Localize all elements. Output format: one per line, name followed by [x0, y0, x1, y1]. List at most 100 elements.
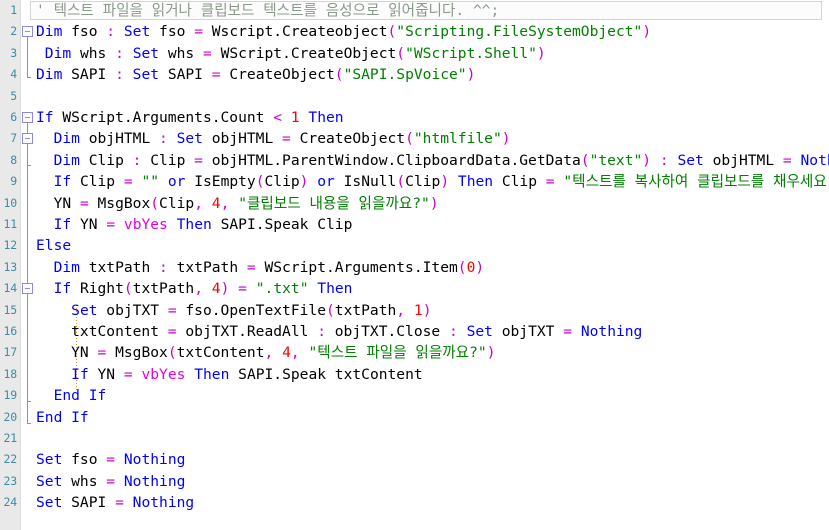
code-text[interactable]: If WScript.Arguments.Count < 1 Then	[36, 107, 344, 128]
token-pln: Right	[71, 280, 124, 298]
code-text[interactable]: Dim Clip : Clip = objHTML.ParentWindow.C…	[36, 150, 829, 171]
code-text[interactable]: Set fso = Nothing	[36, 449, 185, 470]
token-op: )	[422, 301, 432, 319]
token-kw: Set	[36, 494, 63, 512]
line-number: 2	[10, 24, 17, 39]
token-pln	[792, 152, 801, 169]
token-kw: Set	[123, 23, 151, 41]
line-number: 20	[3, 409, 18, 424]
code-line[interactable]: 8 Dim Clip : Clip = objHTML.ParentWindow…	[0, 150, 829, 171]
token-kw: Set	[176, 130, 203, 148]
token-kw: Dim	[36, 23, 63, 41]
token-pln	[36, 259, 54, 276]
code-line[interactable]: 2 Dim fso : Set fso = Wscript.Createobjec…	[0, 21, 829, 42]
code-line[interactable]: 12 Else	[0, 235, 829, 256]
token-op: ,	[396, 301, 406, 319]
code-line[interactable]: 16 txtContent = objTXT.ReadAll : objTXT.…	[0, 321, 829, 342]
code-text[interactable]: Dim fso : Set fso = Wscript.Createobject…	[36, 21, 651, 42]
code-line[interactable]: 7 Dim objHTML : Set objHTML = CreateObje…	[0, 128, 829, 149]
line-number: 3	[10, 45, 17, 60]
token-kw: Then	[317, 280, 353, 298]
line-number: 4	[10, 67, 17, 82]
code-line[interactable]: 23 Set whs = Nothing	[0, 471, 829, 492]
token-pln: whs	[71, 44, 116, 62]
token-op: (	[325, 301, 335, 319]
code-editor[interactable]: 1 ' 텍스트 파일을 읽거나 클립보드 텍스트를 음성으로 읽어줍니다. ^^;…	[0, 0, 829, 530]
token-op: =	[282, 130, 291, 148]
code-text[interactable]: End If	[36, 407, 89, 428]
code-text[interactable]: Dim objHTML : Set objHTML = CreateObject…	[36, 128, 511, 149]
code-line[interactable]: 22 Set fso = Nothing	[0, 449, 829, 470]
code-text[interactable]: Dim SAPI : Set SAPI = CreateObject("SAPI…	[36, 64, 475, 85]
token-kw: Nothing	[123, 472, 186, 490]
token-pln: SAPI	[62, 494, 116, 512]
token-pln: Clip	[264, 173, 300, 191]
code-line[interactable]: 6 If WScript.Arguments.Count < 1 Then	[0, 107, 829, 128]
code-line[interactable]: 5	[0, 86, 829, 107]
token-pln: WScript.CreateObject	[211, 44, 397, 62]
token-op: =	[97, 344, 107, 362]
code-text[interactable]: End If	[36, 385, 107, 406]
code-text[interactable]: YN = MsgBox(Clip, 4, "클립보드 내용을 읽을까요?")	[36, 193, 439, 214]
token-op: :	[159, 258, 168, 276]
code-line[interactable]: 10 YN = MsgBox(Clip, 4, "클립보드 내용을 읽을까요?"…	[0, 193, 829, 214]
token-pln: Clip	[71, 173, 124, 191]
token-num: 4	[211, 194, 221, 212]
token-pln: CreateObject	[290, 130, 406, 148]
token-kw: End If	[36, 408, 89, 426]
token-str: "WScript.Shell"	[405, 44, 537, 62]
code-text[interactable]: YN = MsgBox(txtContent, 4, "텍스트 파일을 읽을까요…	[36, 342, 495, 363]
code-line[interactable]: 18 If YN = vbYes Then SAPI.Speak txtCont…	[0, 364, 829, 385]
token-kw: Dim	[53, 151, 80, 169]
code-line[interactable]: 15 Set objTXT = fso.OpenTextFile(txtPath…	[0, 300, 829, 321]
code-text[interactable]: Set SAPI = Nothing	[36, 492, 194, 513]
code-line[interactable]: 13 Dim txtPath : txtPath = WScript.Argum…	[0, 257, 829, 278]
code-line[interactable]: 14 If Right(txtPath, 4) = ".txt" Then	[0, 278, 829, 299]
code-line[interactable]: 11 If YN = vbYes Then SAPI.Speak Clip	[0, 214, 829, 235]
token-pln: objHTML.ParentWindow.ClipboardData.GetDa…	[202, 151, 581, 169]
code-text[interactable]: If YN = vbYes Then SAPI.Speak txtContent	[36, 364, 423, 385]
code-line[interactable]: 17 YN = MsgBox(txtContent, 4, "텍스트 파일을 읽…	[0, 342, 829, 363]
code-line[interactable]: 20 End If	[0, 407, 829, 428]
token-pln: fso	[62, 23, 107, 41]
token-op: =	[563, 323, 573, 340]
token-op: :	[317, 323, 326, 340]
token-pln: txtPath	[167, 258, 247, 276]
token-op: )	[642, 151, 652, 169]
code-line[interactable]: 1 ' 텍스트 파일을 읽거나 클립보드 텍스트를 음성으로 읽어줍니다. ^^;	[0, 0, 829, 21]
code-text[interactable]: Set objTXT = fso.OpenTextFile(txtPath, 1…	[36, 300, 431, 321]
token-op: =	[246, 258, 256, 276]
token-pln	[36, 152, 54, 169]
code-text[interactable]: If Right(txtPath, 4) = ".txt" Then	[36, 278, 353, 299]
code-text[interactable]: If YN = vbYes Then SAPI.Speak Clip	[36, 214, 353, 235]
code-text[interactable]: Dim txtPath : txtPath = WScript.Argument…	[36, 257, 485, 278]
code-line[interactable]: 19 End If	[0, 385, 829, 406]
token-op: )	[501, 130, 511, 148]
code-text[interactable]: txtContent = objTXT.ReadAll : objTXT.Clo…	[36, 321, 642, 342]
token-pln: objTXT	[97, 301, 168, 319]
token-kw: If	[53, 216, 72, 233]
token-pln: whs	[159, 44, 203, 62]
line-number: 1	[10, 3, 17, 17]
token-pln: YN	[36, 344, 98, 362]
line-number: 22	[3, 452, 18, 467]
code-text[interactable]: Dim whs : Set whs = WScript.CreateObject…	[36, 43, 546, 64]
token-kw: Set	[71, 301, 98, 319]
code-text[interactable]: Set whs = Nothing	[36, 471, 185, 492]
code-line[interactable]: 21	[0, 428, 829, 449]
token-pln: txtPath	[79, 258, 160, 276]
code-text[interactable]: If Clip = "" or IsEmpty(Clip) or IsNull(…	[36, 171, 829, 192]
code-line[interactable]: 4 Dim SAPI : Set SAPI = CreateObject("SAP…	[0, 64, 829, 85]
code-line[interactable]: 24 Set SAPI = Nothing	[0, 492, 829, 513]
code-line[interactable]: 3 Dim whs : Set whs = WScript.CreateObje…	[0, 43, 829, 64]
token-kw: Set	[677, 151, 704, 169]
code-text[interactable]: ' 텍스트 파일을 읽거나 클립보드 텍스트를 음성으로 읽어줍니다. ^^;	[36, 0, 499, 21]
token-str: "텍스트 파일을 읽을까요?"	[308, 344, 487, 362]
token-pln	[273, 344, 282, 361]
token-pln	[124, 66, 133, 83]
line-number: 12	[3, 238, 18, 253]
code-text[interactable]: Else	[36, 235, 71, 256]
token-op: =	[202, 44, 212, 62]
code-line[interactable]: 9 If Clip = "" or IsEmpty(Clip) or IsNul…	[0, 171, 829, 192]
token-cmt: ' 텍스트 파일을 읽거나 클립보드 텍스트를 음성으로 읽어줍니다. ^^;	[36, 2, 500, 19]
